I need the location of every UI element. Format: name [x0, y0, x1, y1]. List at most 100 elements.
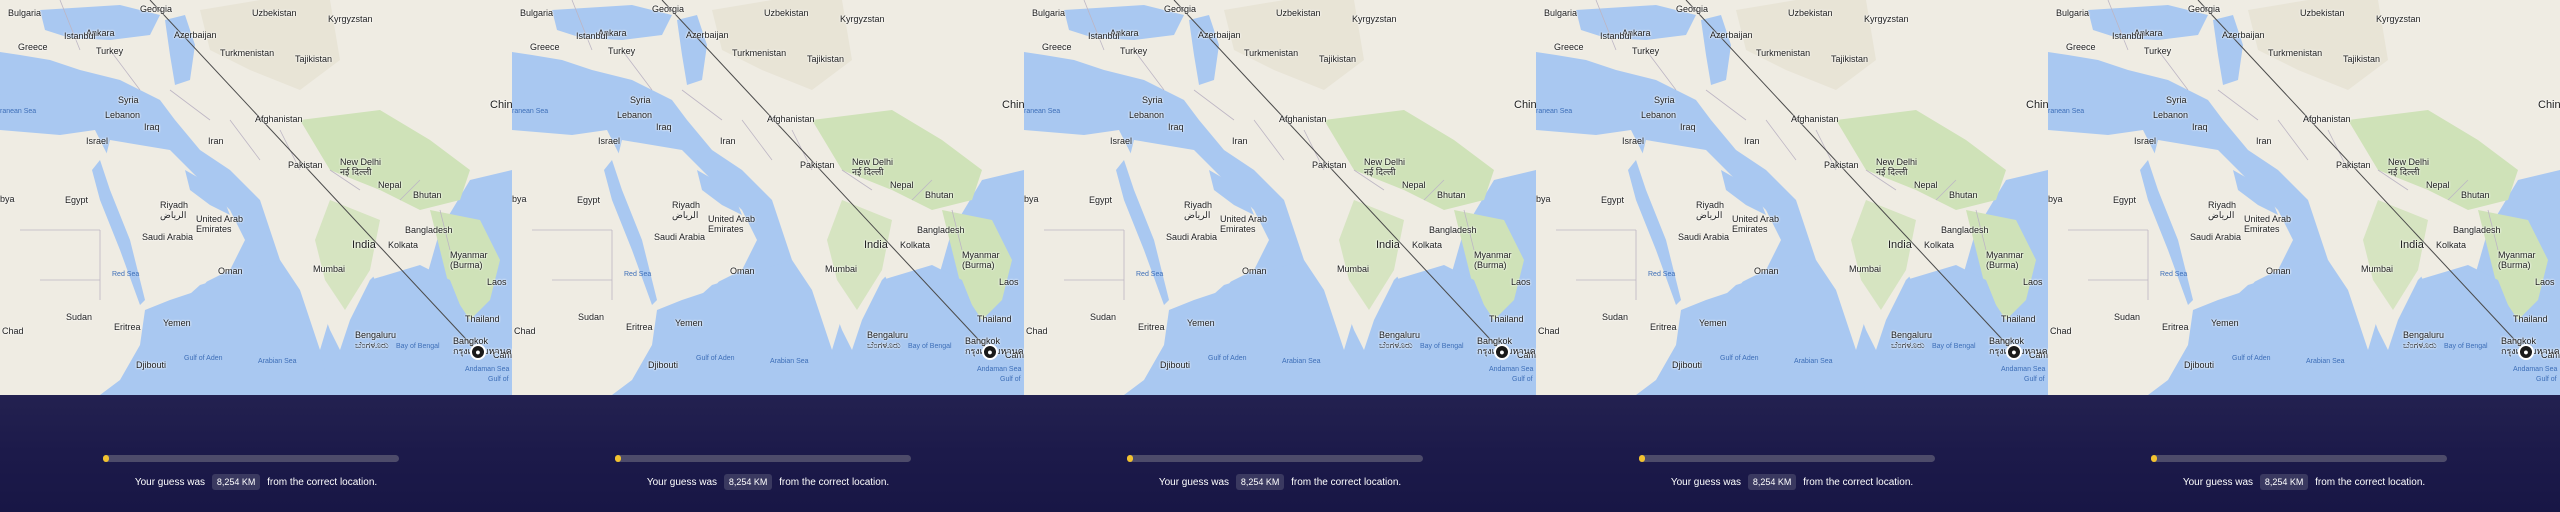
- country-label: Turkey: [608, 46, 636, 56]
- country-label: bya: [0, 194, 15, 204]
- country-label: Turkmenistan: [732, 48, 787, 58]
- score-progress-fill: [1127, 455, 1133, 462]
- player-marker-icon[interactable]: ●: [1494, 344, 1510, 360]
- country-label: Afghanistan: [2303, 114, 2351, 124]
- player-marker-icon[interactable]: ●: [982, 344, 998, 360]
- country-label: Thailand: [2513, 314, 2548, 324]
- country-label: Georgia: [1164, 4, 1197, 14]
- city-label: Riyadh الرياض: [160, 200, 189, 220]
- country-label: Bulgaria: [8, 8, 42, 18]
- player-marker-icon[interactable]: ●: [2006, 344, 2022, 360]
- country-label: Greece: [2066, 42, 2096, 52]
- country-label: Tajikistan: [1319, 54, 1357, 64]
- country-label: Azerbaijan: [174, 30, 217, 40]
- country-label: Azerbaijan: [1710, 30, 1753, 40]
- country-label: Georgia: [1676, 4, 1709, 14]
- country-label: Eritrea: [1138, 322, 1165, 332]
- country-label: Nepal: [378, 180, 402, 190]
- round-panel-3: Bulgaria Georgia Uzbekistan Kyrgyzstan Turke…: [1024, 0, 1536, 512]
- country-label: India: [1376, 239, 1400, 251]
- result-map[interactable]: Bulgaria Georgia Uzbekistan Kyrgyzstan Turke…: [1024, 0, 1536, 395]
- country-label: Turkmenistan: [220, 48, 275, 58]
- result-map[interactable]: Bulgaria Georgia Uzbekistan Kyrgyzstan Turke…: [2048, 0, 2560, 395]
- result-panel: Your guess was 8,254 KM from the correct…: [512, 395, 1024, 512]
- country-label: Oman: [1754, 266, 1779, 276]
- city-label: Istanbul: [1088, 31, 1120, 41]
- country-label: Iran: [720, 136, 736, 146]
- country-label: Thailand: [2001, 314, 2036, 324]
- country-label: Myanmar (Burma): [450, 250, 488, 270]
- distance-badge: 8,254 KM: [2259, 474, 2309, 490]
- country-label: Kyrgyzstan: [328, 14, 373, 24]
- score-progress-bar: [1127, 455, 1423, 462]
- country-label: Nepal: [1402, 180, 1426, 190]
- result-map[interactable]: Bulgaria Georgia Uzbekistan Kyrgyzstan Turke…: [1536, 0, 2048, 395]
- country-label: Bulgaria: [1544, 8, 1578, 18]
- country-label: Azerbaijan: [686, 30, 729, 40]
- city-label: Mumbai: [2361, 264, 2394, 274]
- country-label: India: [864, 239, 888, 251]
- country-label: Iraq: [2192, 122, 2208, 132]
- country-label: Israel: [1622, 136, 1645, 146]
- country-label: Sudan: [1090, 312, 1117, 322]
- water-label: ranean Sea: [0, 108, 37, 115]
- score-progress-bar: [1639, 455, 1935, 462]
- result-message: Your guess was 8,254 KM from the correct…: [1536, 473, 2048, 493]
- result-message: Your guess was 8,254 KM from the correct…: [0, 473, 512, 493]
- country-label: Turkmenistan: [1756, 48, 1811, 58]
- country-label: Georgia: [140, 4, 173, 14]
- water-label: Andaman Sea: [2001, 366, 2046, 373]
- country-label: Georgia: [652, 4, 685, 14]
- city-label: Istanbul: [1600, 31, 1632, 41]
- country-label: Myanmar (Burma): [2498, 250, 2536, 270]
- city-label: New Delhi नई दिल्ली: [340, 157, 382, 177]
- city-label: Mumbai: [1849, 264, 1882, 274]
- country-label: Lebanon: [1129, 110, 1165, 120]
- water-label: Red Sea: [112, 271, 140, 278]
- city-label: Kolkata: [900, 240, 931, 250]
- country-label: Yemen: [2211, 318, 2239, 328]
- country-label: Yemen: [163, 318, 191, 328]
- result-message: Your guess was 8,254 KM from the correct…: [2048, 473, 2560, 493]
- water-label: Red Sea: [2160, 271, 2188, 278]
- country-label: Pakistan: [1824, 160, 1859, 170]
- country-label: Nepal: [2426, 180, 2450, 190]
- distance-badge: 8,254 KM: [1747, 474, 1797, 490]
- country-label: United Arab Emirates: [2244, 214, 2292, 234]
- country-label: Djibouti: [1160, 360, 1191, 370]
- country-label: Myanmar (Burma): [962, 250, 1000, 270]
- country-label: Nepal: [890, 180, 914, 190]
- country-label: Georgia: [2188, 4, 2221, 14]
- city-label: Kolkata: [1412, 240, 1443, 250]
- city-label: Mumbai: [1337, 264, 1370, 274]
- country-label: Syria: [2166, 95, 2187, 105]
- player-marker-icon[interactable]: ●: [470, 344, 486, 360]
- water-label: Red Sea: [1136, 271, 1164, 278]
- country-label: Eritrea: [1650, 322, 1677, 332]
- country-label: Sudan: [2114, 312, 2141, 322]
- country-label: Iran: [1232, 136, 1248, 146]
- player-marker-icon[interactable]: ●: [2518, 344, 2534, 360]
- country-label: Syria: [118, 95, 139, 105]
- country-label: United Arab Emirates: [1732, 214, 1780, 234]
- country-label: Syria: [1654, 95, 1675, 105]
- country-label: Oman: [1242, 266, 1267, 276]
- result-text-after: from the correct location.: [1803, 477, 1914, 488]
- water-label: Gulf of Aden: [2232, 355, 2271, 362]
- result-text-after: from the correct location.: [267, 477, 378, 488]
- country-label: India: [1888, 239, 1912, 251]
- result-text-before: Your guess was: [1670, 477, 1742, 488]
- result-map[interactable]: Bulgaria Georgia Uzbekistan Kyrgyzstan Turke…: [512, 0, 1024, 395]
- city-label: Kolkata: [388, 240, 419, 250]
- city-label: Riyadh الرياض: [672, 200, 701, 220]
- result-text-after: from the correct location.: [779, 477, 890, 488]
- country-label: Syria: [630, 95, 651, 105]
- result-map[interactable]: Bulgaria Georgia Uzbekistan Kyrgyzstan Turke…: [0, 0, 512, 395]
- city-label: Kolkata: [2436, 240, 2467, 250]
- country-label: Eritrea: [2162, 322, 2189, 332]
- country-label: Bhutan: [925, 190, 954, 200]
- result-text-before: Your guess was: [134, 477, 206, 488]
- country-label: bya: [512, 194, 527, 204]
- water-label: Gulf of: [488, 376, 509, 383]
- water-label: Red Sea: [624, 271, 652, 278]
